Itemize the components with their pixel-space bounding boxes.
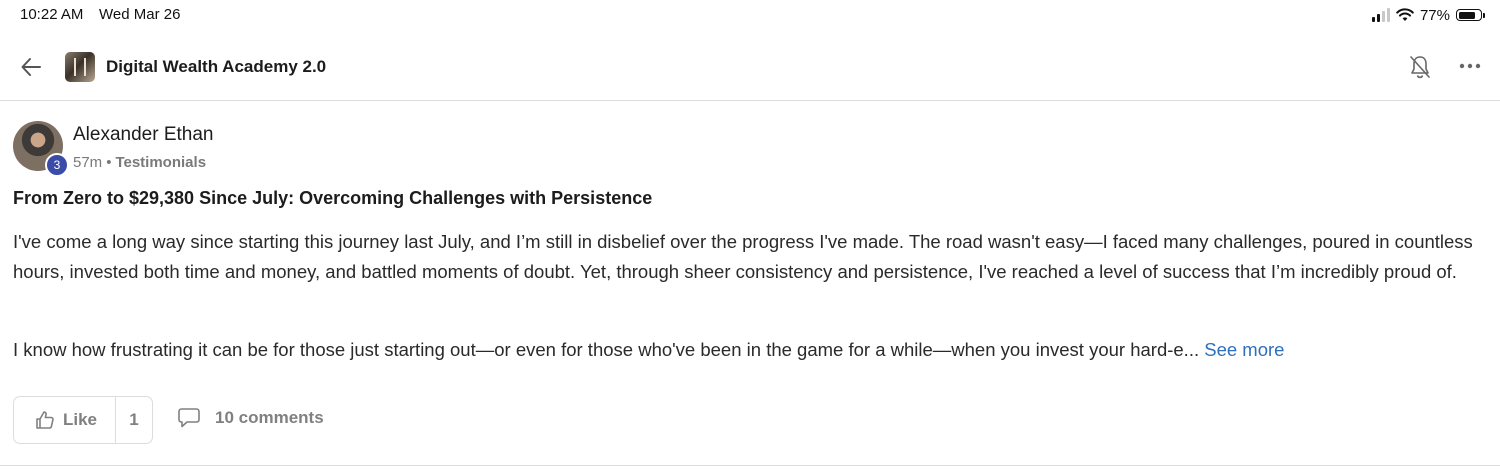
cellular-signal-icon — [1371, 8, 1390, 22]
status-date: Wed Mar 26 — [99, 6, 181, 23]
meta-separator: • — [106, 154, 112, 171]
like-control: Like 1 — [13, 396, 153, 444]
battery-icon — [1456, 9, 1485, 21]
bell-off-icon[interactable] — [1408, 54, 1432, 80]
comments-label: 10 comments — [215, 408, 324, 427]
comments-button[interactable]: 10 comments — [177, 407, 324, 429]
post-time: 57m — [73, 154, 103, 171]
like-label: Like — [63, 410, 98, 429]
divider — [0, 465, 1500, 466]
post-paragraph-text: I know how frustrating it can be for tho… — [13, 339, 1200, 360]
wifi-icon — [1396, 8, 1414, 21]
level-badge: 3 — [45, 153, 69, 177]
author-name[interactable]: Alexander Ethan — [73, 124, 214, 146]
post-paragraph: I've come a long way since starting this… — [13, 231, 1473, 282]
arrow-left-icon[interactable] — [20, 56, 42, 78]
group-logo[interactable] — [65, 52, 95, 82]
post-category[interactable]: Testimonials — [115, 154, 206, 171]
post-meta: 57m • Testimonials — [73, 154, 206, 171]
status-indicators: 77% — [1371, 5, 1485, 25]
status-time: 10:22 AM — [20, 6, 84, 23]
thumbs-up-icon — [36, 411, 54, 429]
battery-fill — [1458, 11, 1475, 19]
status-bar: 10:22 AM Wed Mar 26 77% — [0, 0, 1500, 32]
like-button[interactable]: Like — [14, 397, 116, 443]
group-header: Digital Wealth Academy 2.0 — [0, 34, 1500, 101]
group-title[interactable]: Digital Wealth Academy 2.0 — [106, 57, 326, 77]
comment-icon — [178, 408, 200, 428]
post-paragraph-truncated: I know how frustrating it can be for tho… — [13, 337, 1493, 363]
ellipsis-icon[interactable] — [1459, 62, 1481, 70]
post-title[interactable]: From Zero to $29,380 Since July: Overcom… — [13, 188, 652, 209]
like-count[interactable]: 1 — [116, 397, 152, 443]
battery-percent: 77% — [1419, 6, 1450, 24]
see-more-link[interactable]: See more — [1204, 339, 1284, 360]
